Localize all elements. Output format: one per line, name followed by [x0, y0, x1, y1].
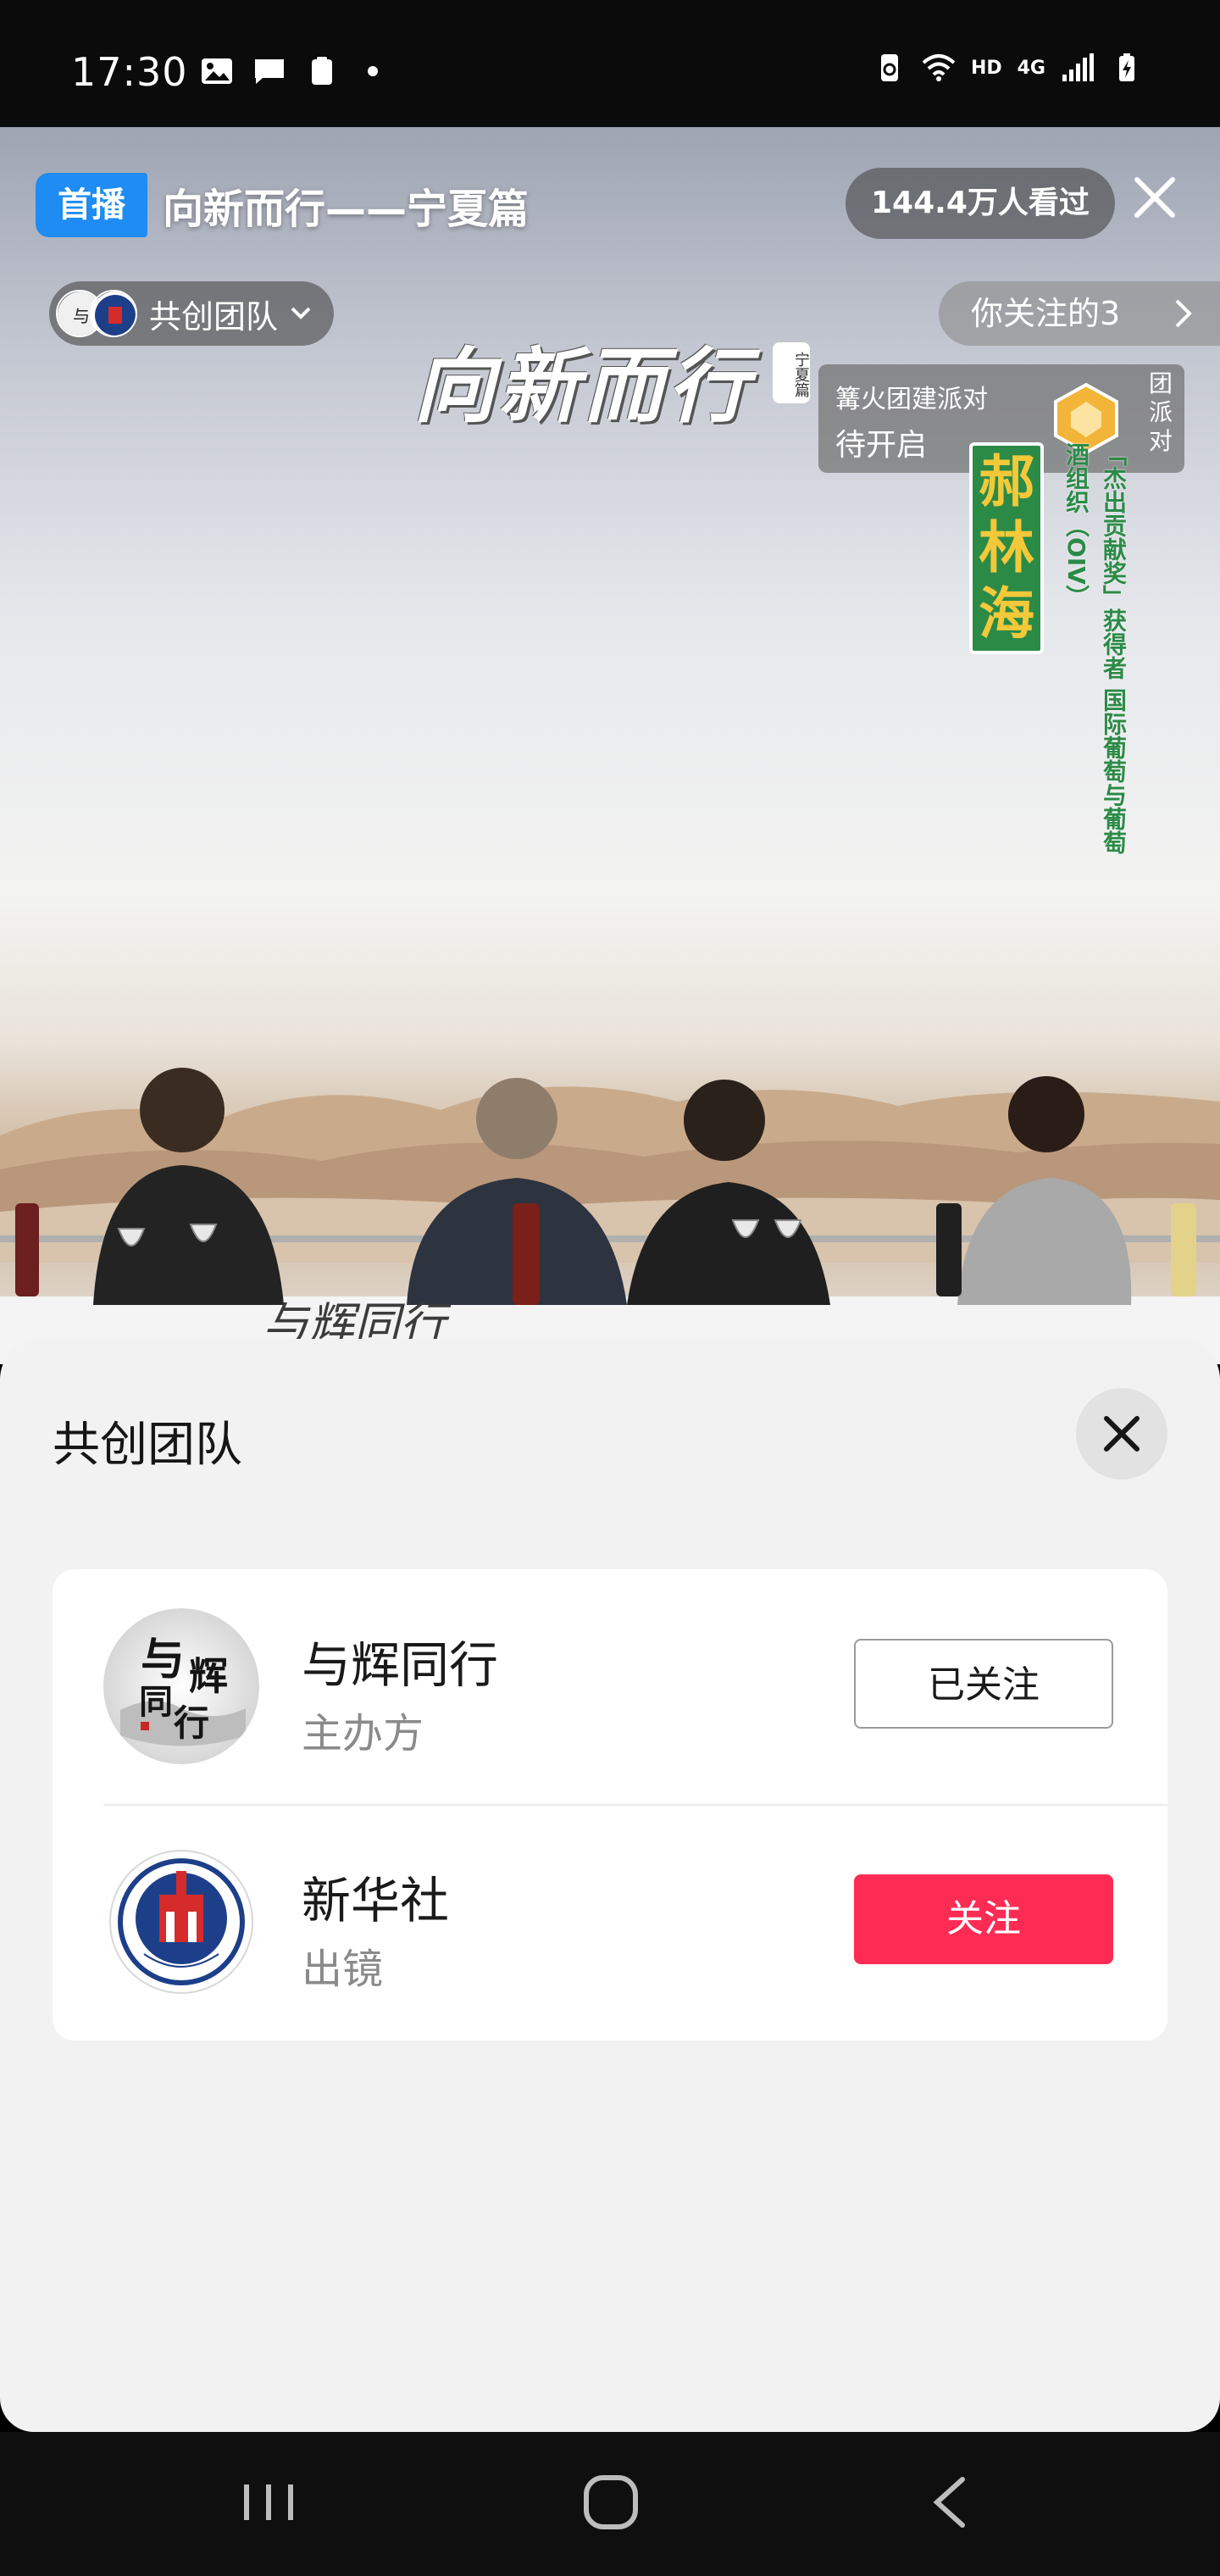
- list-item[interactable]: 新华社 出镜 关注: [53, 1805, 1167, 2040]
- list-item[interactable]: 与 辉 同 行 与辉同行 主办方 已关注: [53, 1569, 1167, 1805]
- party-side-label: 团派对: [1149, 369, 1173, 455]
- premiere-badge: 首播: [36, 173, 147, 237]
- co-creation-team-sheet: 共创团队 与 辉 同 行 与辉同行 主办方 已关注 新华社 出镜 关注: [0, 1339, 1220, 2432]
- team-pill-label: 共创团队: [149, 297, 279, 336]
- chevron-down-icon: [291, 307, 311, 319]
- close-icon: [1104, 1416, 1140, 1452]
- guest-name-plate: 郝林海: [969, 442, 1044, 654]
- member-role: 主办方: [302, 1710, 424, 1757]
- live-title: 向新而行——宁夏篇: [163, 186, 530, 233]
- back-icon[interactable]: [913, 2473, 990, 2532]
- battery-charging-icon: [1119, 53, 1134, 81]
- guests-at-table-scene: [0, 1068, 1220, 1364]
- show-logo-subtitle: 宁夏篇: [773, 342, 810, 403]
- status-bar: 17:30 HD 4G: [0, 0, 1220, 127]
- recycle-icon: [880, 54, 898, 81]
- network-hd-label: HD: [970, 57, 1002, 79]
- xinhua-logo: [103, 1844, 259, 2000]
- wifi-icon: [922, 54, 956, 81]
- status-notification-icons: [200, 56, 378, 86]
- svg-text:同: 同: [139, 1682, 173, 1722]
- system-navigation-bar: [0, 2432, 1220, 2576]
- svg-text:与: 与: [73, 306, 90, 326]
- party-title: 篝火团建派对: [835, 385, 988, 414]
- network-4g-label: 4G: [1017, 57, 1045, 79]
- viewer-count-pill[interactable]: 144.4万人看过: [846, 168, 1115, 239]
- co-creation-team-pill[interactable]: 与 共创团队: [49, 281, 335, 346]
- live-video-area[interactable]: 首播 向新而行——宁夏篇 144.4万人看过 与 共创团队 你关注的3 向新而行…: [0, 127, 1220, 1364]
- svg-text:辉: 辉: [189, 1653, 228, 1699]
- follow-button[interactable]: 关注: [854, 1874, 1113, 1964]
- followed-button[interactable]: 已关注: [854, 1639, 1113, 1729]
- party-status: 待开启: [835, 428, 928, 463]
- svg-text:行: 行: [174, 1702, 209, 1744]
- close-icon[interactable]: [1130, 173, 1179, 222]
- recent-apps-icon[interactable]: [230, 2473, 307, 2532]
- member-name: 与辉同行: [302, 1636, 499, 1694]
- member-name: 新华社: [302, 1872, 450, 1929]
- message-icon: [255, 59, 284, 84]
- member-role: 出镜: [302, 1946, 384, 1993]
- followed-count-label: 你关注的3: [971, 295, 1121, 332]
- live-header: 首播 向新而行——宁夏篇: [36, 171, 529, 239]
- followed-count-pill[interactable]: 你关注的3: [939, 281, 1220, 346]
- home-icon[interactable]: [573, 2473, 649, 2532]
- xinhua-mini-logo: [90, 290, 137, 337]
- yuhui-logo: 与 辉 同 行: [103, 1608, 259, 1764]
- image-icon: [202, 58, 232, 84]
- status-time: 17:30: [71, 49, 188, 95]
- avatar[interactable]: 与 辉 同 行: [103, 1608, 259, 1764]
- chevron-right-icon: [1175, 299, 1192, 328]
- avatar[interactable]: [103, 1844, 259, 2000]
- svg-text:与: 与: [141, 1634, 185, 1685]
- show-logo: 向新而行: [413, 338, 752, 434]
- status-system-icons: HD 4G: [873, 53, 1144, 83]
- dot-icon: [368, 66, 378, 76]
- sheet-close-button[interactable]: [1076, 1388, 1167, 1480]
- clipboard-icon: [312, 57, 332, 85]
- guest-description: 「杰出贡献奖」获得者 国际葡萄与葡萄酒组织（OIV）: [1062, 442, 1128, 854]
- signal-icon: [1062, 53, 1094, 81]
- sheet-title: 共创团队: [53, 1418, 242, 1473]
- team-member-list: 与 辉 同 行 与辉同行 主办方 已关注 新华社 出镜 关注: [53, 1569, 1167, 2040]
